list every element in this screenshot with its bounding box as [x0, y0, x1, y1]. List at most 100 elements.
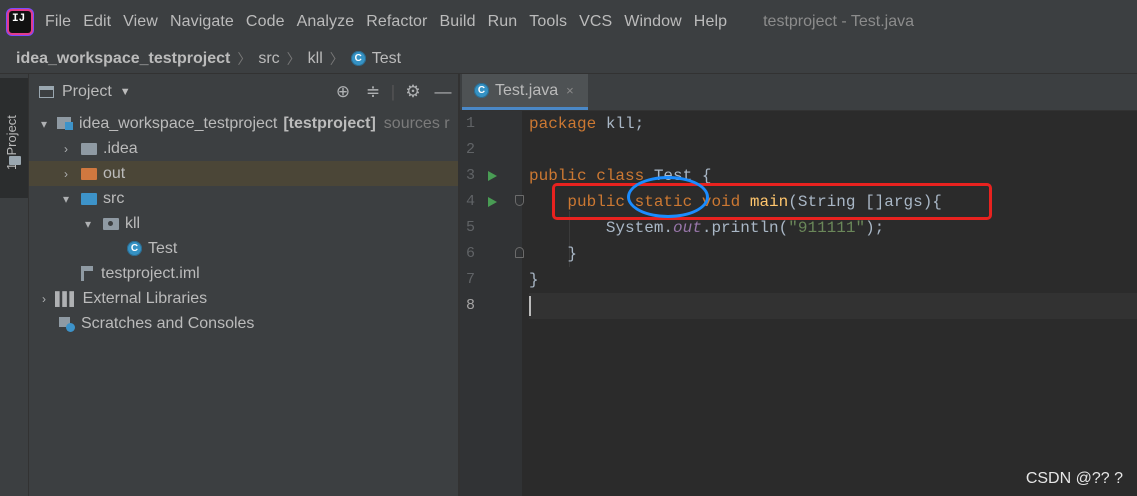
breadcrumb: idea_workspace_testproject 〉 src 〉 kll 〉… — [0, 44, 1137, 74]
module-name: [testproject] — [283, 114, 376, 132]
project-window-icon — [39, 86, 54, 98]
gutter-line-1: 1 — [466, 115, 476, 132]
watermark: CSDN @?? ? — [1025, 470, 1123, 487]
divider: | — [390, 82, 396, 101]
chevron-down-icon[interactable]: ▾ — [81, 217, 95, 231]
tree-item-src[interactable]: ▾ src — [29, 186, 458, 211]
project-tree: ▾ idea_workspace_testproject [testprojec… — [29, 111, 458, 336]
breadcrumb-src[interactable]: src — [258, 50, 279, 68]
scratches-icon — [59, 316, 75, 332]
library-icon: ▌▌▌ — [55, 291, 79, 306]
gutter-line-6: 6 — [460, 241, 524, 267]
folder-icon — [9, 156, 21, 165]
run-main-icon[interactable] — [488, 197, 497, 207]
menu-help[interactable]: Help — [694, 13, 727, 31]
tree-item-label: External Libraries — [82, 289, 208, 307]
chevron-down-icon[interactable]: ▼ — [120, 86, 131, 98]
close-icon[interactable]: × — [566, 83, 574, 98]
run-class-icon[interactable] — [488, 171, 497, 181]
menu-tools[interactable]: Tools — [529, 13, 567, 31]
chevron-right-icon[interactable]: › — [37, 292, 51, 306]
chevron-right-icon[interactable]: › — [59, 142, 73, 156]
project-view-selector[interactable]: Project — [62, 83, 112, 101]
tree-item-label: .idea — [103, 139, 138, 157]
code-line-6: } — [529, 245, 578, 263]
minimize-icon[interactable]: — — [428, 82, 458, 102]
left-tool-strip: 1: Project — [0, 74, 29, 496]
java-class-icon: C — [127, 241, 142, 256]
tree-item-kll[interactable]: ▾ kll — [29, 211, 458, 236]
tree-item-iml[interactable]: testproject.iml — [29, 261, 458, 286]
menu-file[interactable]: File — [45, 13, 71, 31]
tree-item-label: src — [103, 189, 125, 207]
text-cursor — [529, 295, 531, 316]
code-area[interactable]: package kll; public class Test { public … — [529, 111, 1137, 496]
code-line-1: package kll; — [529, 115, 645, 133]
tree-item-label: Test — [148, 239, 178, 257]
project-tool-tab[interactable]: 1: Project — [0, 78, 28, 198]
breadcrumb-package[interactable]: kll — [308, 50, 323, 68]
fold-icon[interactable] — [515, 195, 524, 206]
gutter-line-3: 3 — [460, 163, 522, 189]
gutter-line-2: 2 — [466, 141, 476, 158]
code-line-8 — [529, 293, 1137, 319]
editor-tab-bar: C Test.java × — [460, 74, 1137, 111]
tree-item-label: Scratches and Consoles — [81, 314, 255, 332]
highlight-ellipse-annotation — [627, 176, 709, 218]
module-folder-icon — [57, 117, 73, 130]
tree-item-label: kll — [125, 214, 141, 232]
tree-item-label: testproject.iml — [101, 264, 200, 282]
tree-item-external-libraries[interactable]: › ▌▌▌ External Libraries — [29, 286, 458, 311]
tree-item-idea[interactable]: › .idea — [29, 136, 458, 161]
source-folder-icon — [81, 192, 97, 205]
menu-build[interactable]: Build — [439, 13, 475, 31]
breadcrumb-file[interactable]: Test — [372, 50, 401, 68]
gear-icon[interactable]: ⚙ — [398, 82, 428, 102]
tree-item-root[interactable]: ▾ idea_workspace_testproject [testprojec… — [29, 111, 458, 136]
menu-bar: IJ File Edit View Navigate Code Analyze … — [0, 0, 1137, 44]
menu-code[interactable]: Code — [246, 13, 285, 31]
window-title: testproject - Test.java — [763, 13, 914, 30]
collapse-all-icon[interactable]: ≑ — [358, 82, 388, 102]
excluded-folder-icon — [81, 167, 97, 180]
tab-test-java[interactable]: C Test.java × — [462, 74, 588, 110]
gutter-line-8: 8 — [466, 297, 476, 314]
fold-icon[interactable] — [515, 247, 524, 258]
locate-file-icon[interactable]: ⊕ — [328, 82, 358, 102]
chevron-down-icon[interactable]: ▾ — [37, 117, 51, 131]
project-panel-header: Project ▼ ⊕ ≑ | ⚙ — — [29, 74, 458, 110]
tree-item-label: idea_workspace_testproject — [79, 114, 278, 132]
tree-item-out[interactable]: › out — [29, 161, 458, 186]
menu-view[interactable]: View — [123, 13, 158, 31]
module-file-icon — [81, 266, 95, 282]
line-number-gutter: 1 2 3 4 5 6 7 8 — [460, 111, 524, 496]
module-path: sources r — [383, 114, 450, 132]
menu-run[interactable]: Run — [488, 13, 518, 31]
intellij-logo-icon: IJ — [9, 11, 31, 33]
gutter-line-7: 7 — [466, 271, 476, 288]
chevron-right-icon: 〉 — [237, 50, 252, 67]
chevron-down-icon[interactable]: ▾ — [59, 192, 73, 206]
chevron-right-icon[interactable]: › — [59, 167, 73, 181]
menu-navigate[interactable]: Navigate — [170, 13, 234, 31]
chevron-right-icon: 〉 — [286, 50, 301, 67]
menu-analyze[interactable]: Analyze — [297, 13, 355, 31]
highlight-box-annotation — [552, 183, 992, 220]
breadcrumb-project[interactable]: idea_workspace_testproject — [16, 50, 230, 68]
chevron-right-icon: 〉 — [329, 50, 344, 67]
tree-item-label: out — [103, 164, 126, 182]
menu-vcs[interactable]: VCS — [579, 13, 612, 31]
gutter-line-5: 5 — [466, 219, 476, 236]
tree-item-test[interactable]: C Test — [29, 236, 458, 261]
tree-item-scratches[interactable]: Scratches and Consoles — [29, 311, 458, 336]
package-icon — [103, 217, 119, 230]
java-class-icon: C — [350, 51, 366, 66]
java-class-icon: C — [474, 83, 489, 98]
code-line-7: } — [529, 271, 539, 289]
code-editor: C Test.java × 1 2 3 4 5 6 7 8 package kl… — [460, 74, 1137, 496]
folder-icon — [81, 142, 97, 155]
menu-refactor[interactable]: Refactor — [366, 13, 427, 31]
menu-window[interactable]: Window — [624, 13, 682, 31]
gutter-line-4: 4 — [460, 189, 524, 215]
menu-edit[interactable]: Edit — [83, 13, 111, 31]
